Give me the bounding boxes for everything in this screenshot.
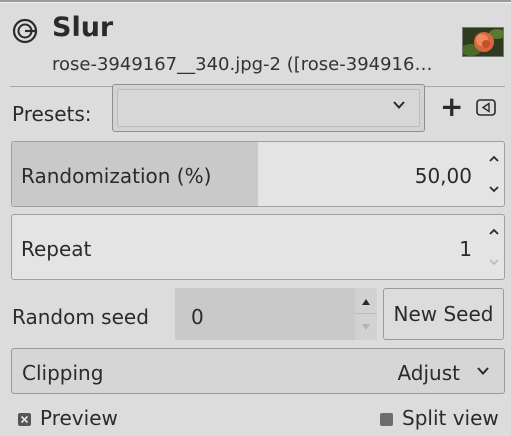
- decrement-icon[interactable]: [489, 184, 499, 194]
- decrement-icon[interactable]: [489, 257, 499, 267]
- preview-checkbox[interactable]: [18, 413, 31, 426]
- random-seed-label: Random seed: [12, 305, 149, 329]
- clipping-combo[interactable]: Clipping Adjust: [11, 348, 505, 394]
- split-view-checkbox[interactable]: [380, 413, 393, 426]
- repeat-stepper[interactable]: [482, 215, 504, 279]
- chevron-down-icon: [393, 101, 405, 109]
- random-seed-input[interactable]: 0: [175, 288, 377, 340]
- increment-icon[interactable]: [361, 298, 371, 306]
- dialog-title: Slur: [52, 12, 114, 43]
- repeat-label: Repeat: [21, 237, 92, 261]
- presets-label: Presets:: [12, 102, 92, 126]
- chevron-down-icon: [477, 367, 489, 375]
- clipping-value: Adjust: [397, 361, 460, 385]
- presets-menu-icon[interactable]: [476, 99, 496, 116]
- repeat-value: 1: [459, 237, 472, 261]
- image-subtitle: rose-3949167__340.jpg-2 ([rose-394916…: [52, 54, 433, 75]
- randomization-value: 50,00: [414, 164, 472, 188]
- image-thumbnail: [462, 27, 504, 57]
- gimp-filter-icon: [12, 18, 38, 44]
- random-seed-stepper[interactable]: [355, 288, 377, 340]
- stepper-divider: [355, 313, 377, 314]
- preview-label[interactable]: Preview: [40, 406, 118, 430]
- clipping-label: Clipping: [22, 361, 104, 385]
- new-seed-button[interactable]: New Seed: [383, 288, 504, 340]
- repeat-spinscale[interactable]: Repeat 1: [11, 214, 505, 280]
- presets-combo-field: [117, 89, 420, 127]
- decrement-icon[interactable]: [361, 323, 371, 331]
- random-seed-value: 0: [191, 305, 204, 329]
- increment-icon[interactable]: [489, 227, 499, 237]
- increment-icon[interactable]: [489, 154, 499, 164]
- window-top-highlight: [0, 2, 511, 3]
- split-view-label[interactable]: Split view: [402, 406, 499, 430]
- randomization-label: Randomization (%): [21, 164, 212, 188]
- add-preset-button[interactable]: +: [440, 93, 463, 121]
- presets-combo[interactable]: [112, 84, 425, 132]
- randomization-spinscale[interactable]: Randomization (%) 50,00: [11, 141, 505, 207]
- randomization-stepper[interactable]: [482, 142, 504, 206]
